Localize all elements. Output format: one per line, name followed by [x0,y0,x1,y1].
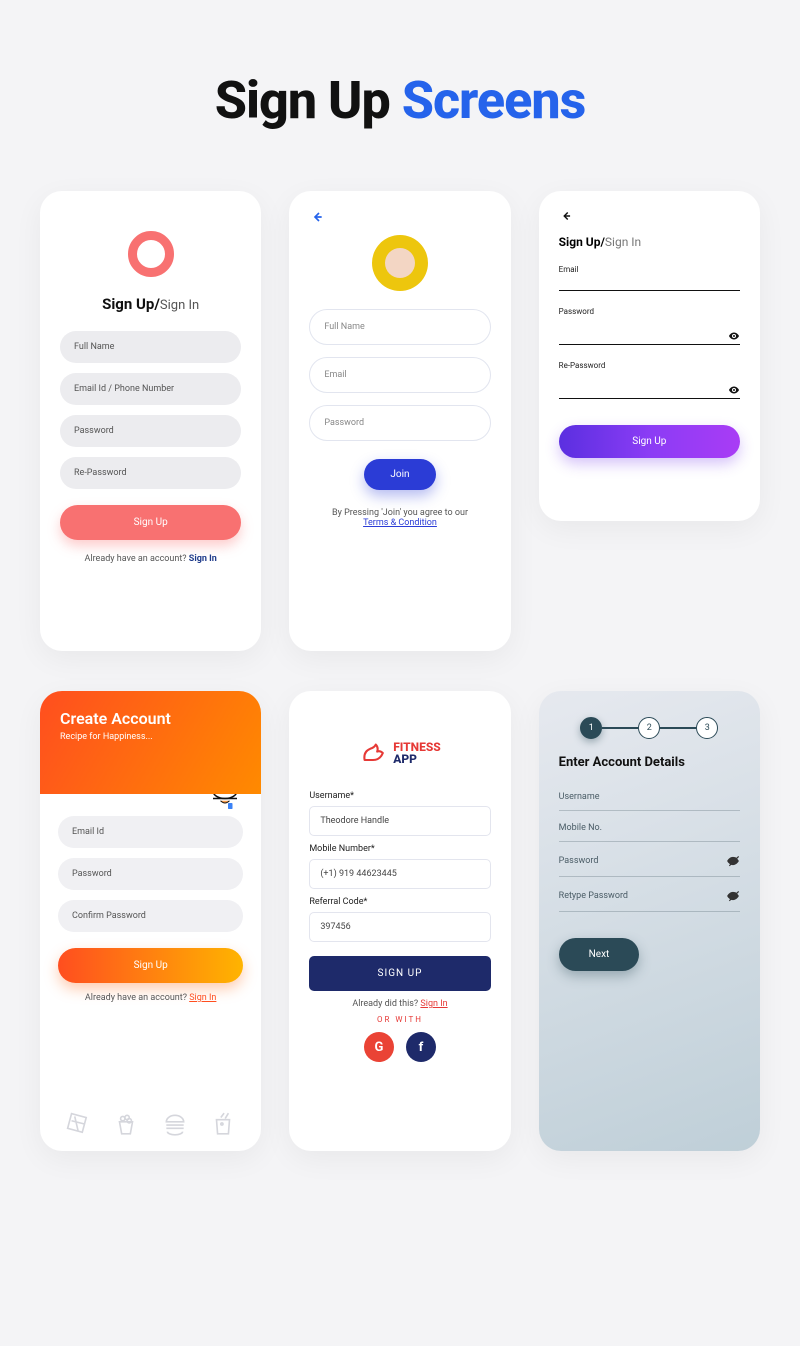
repassword-input[interactable] [559,384,740,399]
signin-link[interactable]: Sign In [189,993,216,1003]
signup-button[interactable]: SIGN UP [309,956,490,991]
mobile-input[interactable]: (+1) 919 44623445 [309,859,490,889]
step-2[interactable]: 2 [638,717,660,739]
eye-icon[interactable] [728,330,740,342]
screen-signup-6: 1 2 3 Enter Account Details Username Mob… [539,691,760,1151]
grocery-bag-icon [210,1111,236,1137]
username-input[interactable]: Username [559,780,740,811]
screen-signup-2: Full Name Email Password Join By Pressin… [289,191,510,651]
popcorn-icon [113,1111,139,1137]
confirm-password-input[interactable]: Confirm Password [58,900,243,932]
already-text: Already have an account? Sign In [60,554,241,564]
tab-signin[interactable]: Sign In [160,298,199,313]
auth-tabs: Sign Up/Sign In [559,235,740,249]
burger-icon [162,1111,188,1137]
fullname-input[interactable]: Full Name [60,331,241,363]
already-prefix: Already did this? [352,999,420,1009]
already-text: Already did this? Sign In [309,999,490,1009]
email-input[interactable]: Email [309,357,490,393]
join-button[interactable]: Join [364,459,435,490]
signup-button[interactable]: Sign Up [60,505,241,540]
agree-text: By Pressing 'Join' you agree to our Term… [332,508,468,528]
signin-link[interactable]: Sign In [420,999,447,1009]
step-1[interactable]: 1 [580,717,602,739]
hero-header: Create Account Recipe for Happiness... [40,691,261,794]
page-title: Sign Up Screens [40,70,760,131]
password-input[interactable]: Password [60,415,241,447]
google-button[interactable]: G [364,1032,394,1062]
stepper: 1 2 3 [559,717,740,739]
already-prefix: Already have an account? [85,993,189,1003]
step-line [660,727,696,729]
retype-placeholder: Retype Password [559,891,628,901]
eye-off-icon[interactable] [726,889,740,903]
auth-tabs: Sign Up/Sign In [60,295,241,313]
back-arrow-icon[interactable] [559,209,740,227]
food-icons-row [40,1097,261,1137]
step-3[interactable]: 3 [696,717,718,739]
signup-button[interactable]: Sign Up [559,425,740,458]
next-button[interactable]: Next [559,938,640,971]
eye-off-icon[interactable] [726,854,740,868]
email-input[interactable]: Email Id [58,816,243,848]
username-label: Username* [309,791,490,801]
or-with-label: OR WITH [309,1015,490,1024]
screen-signup-3: Sign Up/Sign In Email Password Re-Passwo… [539,191,760,521]
tab-signin[interactable]: Sign In [605,235,641,249]
screen-signup-5: FITNESSAPP Username* Theodore Handle Mob… [289,691,510,1151]
logo-text-2: APP [393,753,441,765]
title-part1: Sign Up [215,70,402,131]
repassword-input[interactable]: Re-Password [60,457,241,489]
logo-ring [128,231,174,277]
fitness-logo: FITNESSAPP [309,739,490,767]
mobile-input[interactable]: Mobile No. [559,811,740,842]
username-input[interactable]: Theodore Handle [309,806,490,836]
password-label: Password [559,307,740,316]
password-placeholder: Password [559,856,599,866]
section-heading: Enter Account Details [559,755,740,770]
mobile-label: Mobile Number* [309,844,490,854]
repassword-label: Re-Password [559,361,740,370]
chocolate-icon [65,1111,91,1137]
terms-link[interactable]: Terms & Condition [363,518,437,528]
back-arrow-icon[interactable] [309,209,325,229]
step-line [602,727,638,729]
password-input[interactable] [559,330,740,345]
password-input[interactable]: Password [559,842,740,877]
tab-signup[interactable]: Sign Up/ [559,235,605,249]
email-input[interactable] [559,288,740,291]
email-label: Email [559,265,740,274]
hero-heading: Create Account [60,709,241,728]
mobile-placeholder: Mobile No. [559,823,602,833]
referral-label: Referral Code* [309,897,490,907]
screen-signup-1: Sign Up/Sign In Full Name Email Id / Pho… [40,191,261,651]
facebook-button[interactable]: f [406,1032,436,1062]
flex-arm-icon [359,739,387,767]
retype-password-input[interactable]: Retype Password [559,877,740,912]
avatar[interactable] [372,235,428,291]
password-input[interactable]: Password [309,405,490,441]
signup-button[interactable]: Sign Up [58,948,243,983]
title-part2: Screens [402,70,586,131]
hero-subheading: Recipe for Happiness... [60,732,241,742]
eye-icon[interactable] [728,384,740,396]
already-prefix: Already have an account? [85,554,189,564]
password-input[interactable]: Password [58,858,243,890]
signin-link[interactable]: Sign In [189,554,217,564]
agree-prefix: By Pressing 'Join' you agree to our [332,508,468,518]
screen-signup-4: Create Account Recipe for Happiness... E… [40,691,261,1151]
tab-signup[interactable]: Sign Up/ [102,295,160,313]
fullname-input[interactable]: Full Name [309,309,490,345]
email-input[interactable]: Email Id / Phone Number [60,373,241,405]
referral-input[interactable]: 397456 [309,912,490,942]
social-row: G f [309,1032,490,1062]
username-placeholder: Username [559,792,600,802]
already-text: Already have an account? Sign In [40,993,261,1003]
